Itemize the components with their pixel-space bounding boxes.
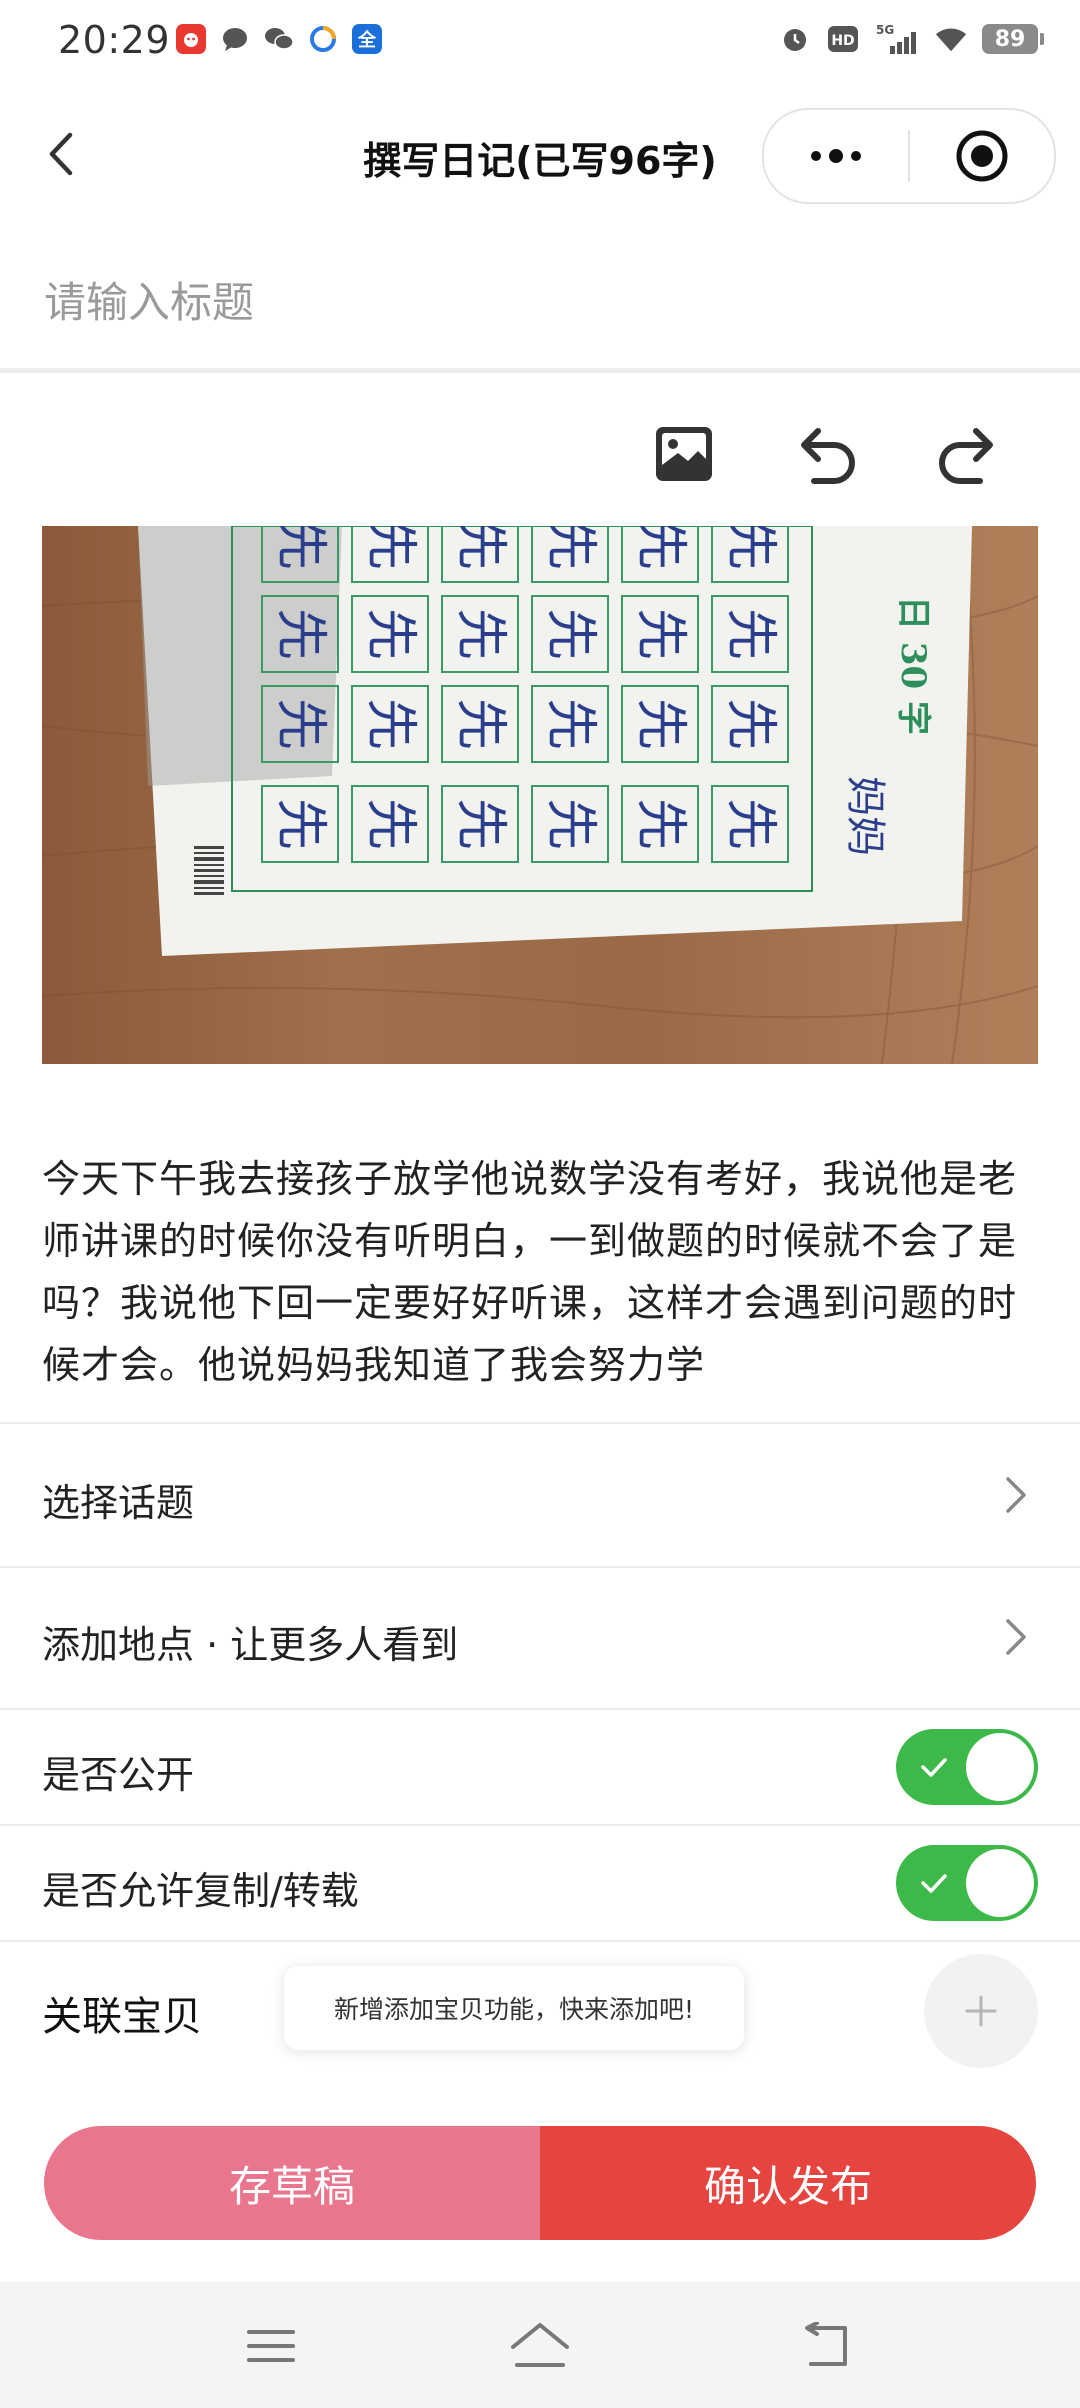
add-baby-tooltip: 新增添加宝贝功能，快来添加吧!: [284, 1966, 744, 2050]
handwritten-character: 先: [720, 698, 780, 750]
close-miniprogram-button[interactable]: [910, 110, 1054, 202]
handwritten-character: 先: [720, 608, 780, 660]
allow-copy-label: 是否允许复制/转载: [42, 1869, 359, 1913]
more-button[interactable]: [764, 110, 908, 202]
app-red-icon: [176, 24, 206, 54]
message-icon: [220, 24, 250, 54]
svg-text:5G: 5G: [876, 23, 894, 37]
diary-photo[interactable]: 先先先先先先先先先先先先先先先先先先先先先先先先 日 30 字 妈妈: [42, 526, 1038, 1064]
home-icon: [511, 2323, 569, 2367]
nav-bar: 撰写日记(已写96字): [0, 84, 1080, 226]
publish-button[interactable]: 确认发布: [540, 2126, 1036, 2240]
handwritten-character: 先: [450, 526, 510, 570]
quan-app-label: 全: [358, 30, 376, 51]
handwritten-character: 先: [450, 608, 510, 660]
wechat-icon: [264, 24, 294, 54]
status-system-icons: HD 5G 89: [778, 22, 1044, 56]
handwritten-character: 先: [360, 608, 420, 660]
toggle-knob: [966, 1849, 1034, 1917]
undo-button[interactable]: [786, 414, 866, 494]
add-location-row[interactable]: 添加地点 · 让更多人看到: [0, 1566, 1080, 1710]
diary-editor-screen: 20:29 全 HD 5G 89 撰写日记(已写96字) 请输入标题 先 先 先…: [0, 0, 1080, 2408]
target-close-icon: [956, 130, 1008, 182]
check-icon: [921, 1758, 947, 1777]
handwritten-character: 先: [630, 526, 690, 570]
chevron-right-icon: [996, 1617, 1036, 1657]
handwritten-character: 先: [360, 698, 420, 750]
action-buttons: 存草稿 确认发布: [44, 2126, 1036, 2240]
public-toggle[interactable]: [896, 1729, 1038, 1805]
handwritten-character: 先: [720, 526, 780, 570]
hd-icon: HD: [826, 22, 860, 56]
handwritten-character: 先: [270, 526, 330, 570]
handwritten-character: 先: [450, 798, 510, 850]
public-setting-label: 是否公开: [42, 1753, 195, 1797]
handwritten-character: 先: [540, 608, 600, 660]
handwritten-character: 先: [720, 798, 780, 850]
sheet-header-text: 日 30 字: [893, 596, 933, 735]
public-setting-row: 是否公开: [0, 1710, 1080, 1826]
system-nav-bar: [0, 2282, 1080, 2408]
battery-indicator: 89: [982, 24, 1044, 54]
plus-icon: [965, 1995, 997, 2027]
title-section: [0, 226, 1080, 373]
status-bar: 20:29 全 HD 5G 89: [0, 0, 1080, 84]
handwritten-character: 先: [360, 526, 420, 570]
quan-app-icon: 全: [352, 24, 382, 54]
select-topic-row[interactable]: 选择话题: [0, 1422, 1080, 1568]
barcode-graphic: [194, 846, 224, 895]
back-chevron-icon: [49, 132, 73, 176]
handwritten-character: 先: [270, 698, 330, 750]
chevron-right-icon: [996, 1475, 1036, 1515]
link-baby-label: 关联宝贝: [42, 1994, 202, 2040]
handwritten-character: 先: [540, 526, 600, 570]
image-icon: [656, 427, 712, 481]
return-icon: [805, 2322, 847, 2366]
diary-body-text[interactable]: 今天下午我去接孩子放学他说数学没有考好，我说他是老师讲课的时候你没有听明白，一到…: [42, 1148, 1032, 1388]
undo-icon: [801, 428, 855, 484]
back-button[interactable]: [30, 124, 90, 184]
add-location-label: 添加地点 · 让更多人看到: [42, 1623, 459, 1667]
sheet-name-text: 妈妈: [842, 776, 888, 856]
handwritten-character: 先: [270, 798, 330, 850]
handwritten-character: 先: [540, 698, 600, 750]
redo-button[interactable]: [928, 414, 1008, 494]
status-time: 20:29: [58, 18, 171, 62]
wifi-icon: [934, 22, 968, 56]
battery-level: 89: [994, 26, 1026, 52]
allow-copy-row: 是否允许复制/转载: [0, 1826, 1080, 1942]
handwritten-character: 先: [630, 608, 690, 660]
handwritten-character: 先: [540, 798, 600, 850]
allow-copy-toggle[interactable]: [896, 1845, 1038, 1921]
status-app-icons: 全: [176, 24, 382, 54]
more-dots-icon: [811, 149, 861, 163]
select-topic-label: 选择话题: [42, 1481, 195, 1525]
home-button[interactable]: [505, 2314, 575, 2378]
title-input[interactable]: [42, 266, 1026, 338]
handwritten-character: 先: [270, 608, 330, 660]
page-title: 撰写日记(已写96字): [363, 139, 717, 183]
system-back-button[interactable]: [792, 2314, 862, 2378]
toggle-knob: [966, 1733, 1034, 1801]
handwritten-character: 先: [630, 698, 690, 750]
handwritten-character: 先: [450, 698, 510, 750]
menu-button[interactable]: [236, 2314, 306, 2378]
insert-image-button[interactable]: [644, 414, 724, 494]
svg-text:HD: HD: [831, 33, 854, 49]
check-icon: [921, 1874, 947, 1893]
editor-toolbar: [0, 374, 1080, 524]
signal-5g-icon: 5G: [874, 22, 920, 56]
redo-icon: [939, 428, 993, 484]
handwritten-character: 先: [360, 798, 420, 850]
handwritten-character: 先: [630, 798, 690, 850]
menu-icon: [247, 2330, 295, 2362]
browser-icon: [308, 24, 338, 54]
miniprogram-capsule: [762, 108, 1056, 204]
save-draft-button[interactable]: 存草稿: [44, 2126, 540, 2240]
handwriting-sheet-image: 先先先先先先先先先先先先先先先先先先先先先先先先 日 30 字 妈妈: [42, 526, 1038, 1064]
alarm-icon: [778, 22, 812, 56]
add-baby-button[interactable]: [924, 1954, 1038, 2068]
